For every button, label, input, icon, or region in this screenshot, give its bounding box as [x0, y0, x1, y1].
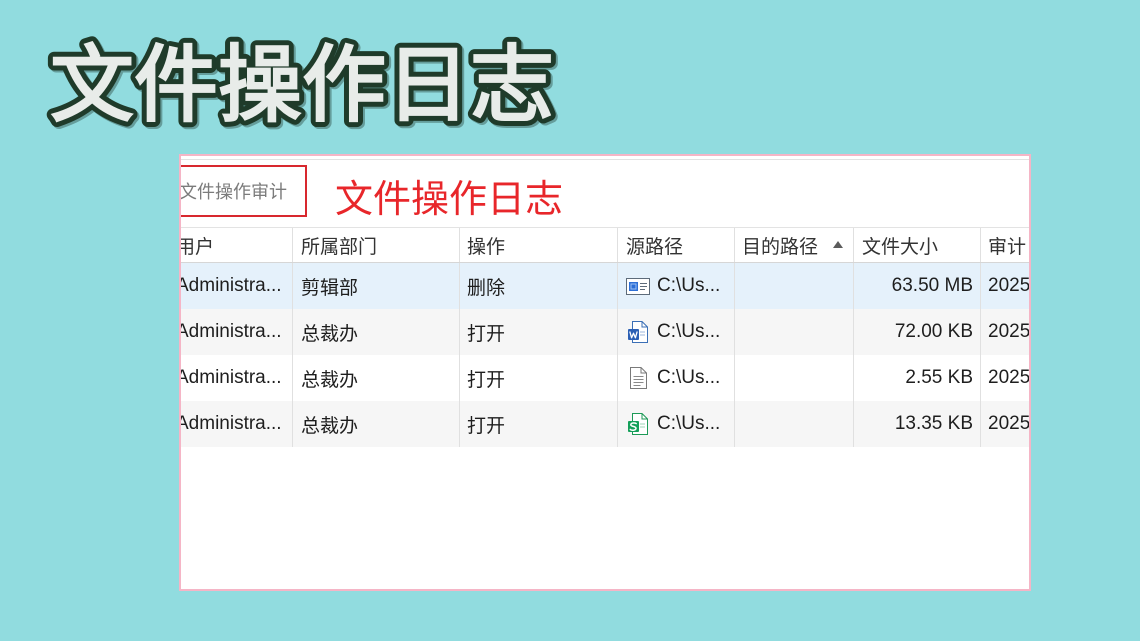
- word-file-icon: [625, 319, 651, 345]
- column-header-audit[interactable]: 审计: [981, 228, 1029, 262]
- window-top-divider: [181, 159, 1029, 160]
- table-row[interactable]: Administra... 剪辑部 删除 C:\Us... 63.50 MB 2…: [181, 263, 1031, 309]
- column-header-label: 操作: [467, 236, 506, 258]
- text-file-icon: [625, 365, 651, 391]
- cell-operation: 删除: [460, 263, 618, 309]
- cell-user: Administra...: [181, 401, 293, 447]
- table-row[interactable]: Administra... 总裁办 打开 C:\Us... 2.55 KB 20…: [181, 355, 1031, 401]
- spreadsheet-file-icon: [625, 411, 651, 437]
- cell-audit: 2025: [988, 275, 1031, 296]
- cell-target-path: [735, 309, 854, 355]
- column-header-label: 源路径: [626, 236, 684, 258]
- media-file-icon: [625, 273, 651, 299]
- cell-file-size: 2.55 KB: [854, 355, 981, 401]
- source-path-text: C:\Us...: [657, 275, 721, 296]
- column-header-source-path[interactable]: 源路径: [618, 228, 735, 262]
- column-header-label: 审计: [988, 236, 1027, 258]
- source-path-text: C:\Us...: [657, 367, 721, 388]
- cell-target-path: [735, 401, 854, 447]
- cell-source-path: C:\Us...: [618, 263, 735, 309]
- source-path-text: C:\Us...: [657, 413, 721, 434]
- cell-source-path: C:\Us...: [618, 309, 735, 355]
- cell-department: 剪辑部: [293, 263, 460, 309]
- table-row[interactable]: Administra... 总裁办 打开 C:\Us... 72.00 KB 2…: [181, 309, 1031, 355]
- cell-source-path: C:\Us...: [618, 401, 735, 447]
- column-header-label: 所属部门: [301, 236, 378, 258]
- highlight-box: [181, 165, 307, 217]
- cell-target-path: [735, 355, 854, 401]
- log-table: 用户 所属部门 操作 源路径 目的路径 文件大小 审计 Administra..…: [179, 227, 1031, 447]
- cell-operation: 打开: [460, 309, 618, 355]
- cell-file-size: 13.35 KB: [854, 401, 981, 447]
- table-header: 用户 所属部门 操作 源路径 目的路径 文件大小 审计: [179, 227, 1029, 263]
- column-header-target-path[interactable]: 目的路径: [735, 228, 854, 262]
- cell-audit: 2025: [988, 321, 1031, 342]
- cell-operation: 打开: [460, 355, 618, 401]
- cell-audit: 2025: [988, 367, 1031, 388]
- column-header-operation[interactable]: 操作: [460, 228, 618, 262]
- source-path-text: C:\Us...: [657, 321, 721, 342]
- cell-target-path: [735, 263, 854, 309]
- cell-user: Administra...: [181, 309, 293, 355]
- cell-department: 总裁办: [293, 355, 460, 401]
- screenshot-frame: 文件操作审计 文件操作日志 用户 所属部门 操作 源路径 目的路径 文件大小 审…: [179, 154, 1031, 591]
- sort-ascending-icon: [833, 241, 843, 248]
- cell-source-path: C:\Us...: [618, 355, 735, 401]
- cell-department: 总裁办: [293, 309, 460, 355]
- cell-department: 总裁办: [293, 401, 460, 447]
- page-title-text: 文件操作日志: [50, 36, 554, 134]
- column-header-label: 文件大小: [862, 236, 939, 258]
- page-title: 文件操作日志: [45, 31, 559, 139]
- cell-audit: 2025: [988, 413, 1031, 434]
- cell-user: Administra...: [181, 355, 293, 401]
- table-row[interactable]: Administra... 总裁办 打开 C:\Us... 13.35 KB 2…: [181, 401, 1031, 447]
- section-title: 文件操作日志: [335, 177, 564, 221]
- column-header-user[interactable]: 用户: [179, 228, 293, 262]
- cell-operation: 打开: [460, 401, 618, 447]
- cell-user: Administra...: [181, 263, 293, 309]
- column-header-label: 用户: [179, 236, 215, 258]
- cell-file-size: 63.50 MB: [854, 263, 981, 309]
- column-header-label: 目的路径: [742, 236, 819, 258]
- cell-file-size: 72.00 KB: [854, 309, 981, 355]
- column-header-file-size[interactable]: 文件大小: [854, 228, 981, 262]
- column-header-department[interactable]: 所属部门: [293, 228, 460, 262]
